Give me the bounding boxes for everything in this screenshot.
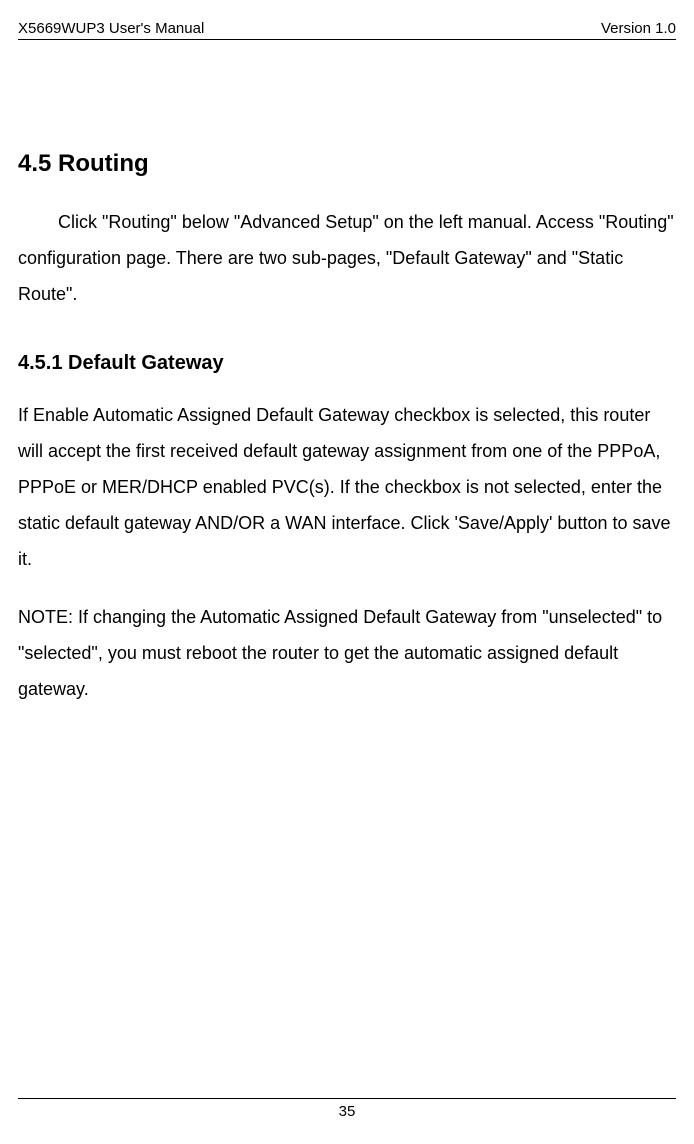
header-right: Version 1.0 [601, 20, 676, 37]
header-left: X5669WUP3 User's Manual [18, 20, 204, 37]
routing-body: Click "Routing" below "Advanced Setup" o… [18, 204, 676, 312]
routing-heading: 4.5 Routing [18, 150, 676, 178]
default-gateway-body-1: If Enable Automatic Assigned Default Gat… [18, 397, 676, 577]
page-number: 35 [339, 1103, 356, 1120]
default-gateway-heading: 4.5.1 Default Gateway [18, 352, 676, 375]
page-footer: 35 [18, 1098, 676, 1120]
page-header: X5669WUP3 User's Manual Version 1.0 [18, 20, 676, 40]
default-gateway-body-2: NOTE: If changing the Automatic Assigned… [18, 599, 676, 707]
